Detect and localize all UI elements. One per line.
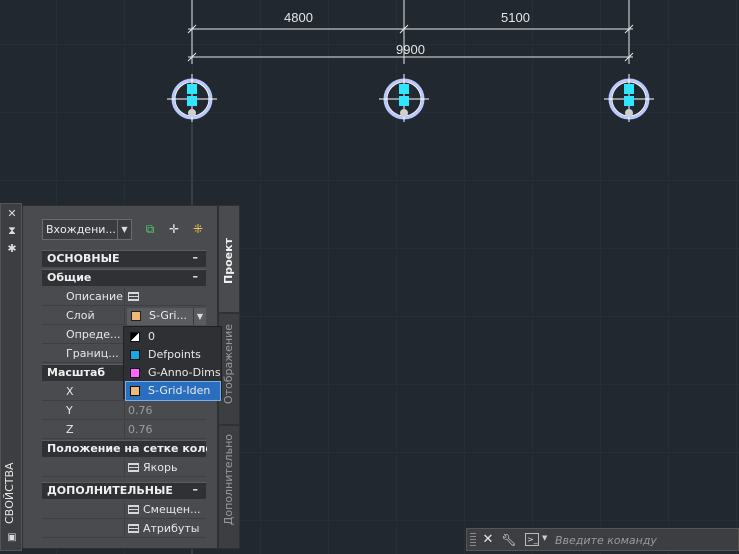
autohide-icon[interactable]: ⧗: [6, 225, 18, 237]
layer-color-swatch: [130, 350, 140, 360]
close-icon[interactable]: ✕: [481, 532, 495, 548]
dimension-5100: 5100: [501, 10, 530, 25]
chevron-down-icon[interactable]: ▼: [193, 308, 206, 325]
collapse-icon[interactable]: –: [193, 483, 199, 496]
tab-additional[interactable]: Дополнительно: [218, 425, 240, 549]
table-icon[interactable]: [128, 524, 139, 533]
section-grid-position[interactable]: Положение на сетке колонн: [42, 440, 207, 457]
prompt-icon[interactable]: >_: [525, 533, 539, 546]
quick-select-icon[interactable]: ⁜: [190, 221, 206, 237]
row-z[interactable]: Z 0.76: [42, 421, 206, 439]
chevron-down-icon: ▼: [117, 220, 131, 239]
section-basic[interactable]: ОСНОВНЫЕ –: [42, 250, 206, 267]
command-input[interactable]: [553, 531, 737, 550]
layer-option-0[interactable]: 0: [126, 328, 220, 346]
table-icon[interactable]: [128, 505, 139, 514]
collapse-icon[interactable]: –: [193, 270, 199, 283]
palette-icon[interactable]: ▣: [6, 532, 18, 544]
section-scale[interactable]: Масштаб: [42, 364, 124, 381]
section-additional[interactable]: ДОПОЛНИТЕЛЬНЫЕ –: [42, 482, 206, 499]
layer-color-swatch: [130, 368, 140, 378]
grip-handle[interactable]: [470, 533, 476, 547]
chevron-down-icon[interactable]: ▼: [542, 534, 547, 542]
row-y[interactable]: Y 0.76: [42, 402, 206, 420]
section-general[interactable]: Общие –: [42, 269, 206, 286]
palette-title: СВОЙСТВА: [3, 462, 16, 524]
row-anchor[interactable]: Якорь: [42, 459, 206, 477]
table-icon[interactable]: [128, 292, 139, 301]
row-attributes[interactable]: Атрибуты: [42, 520, 206, 538]
wrench-icon[interactable]: 🔧︎: [501, 532, 517, 548]
table-icon[interactable]: [128, 463, 139, 472]
layer-select[interactable]: S-Gri...: [127, 308, 193, 325]
layer-option-g-anno-dims[interactable]: G-Anno-Dims: [126, 364, 221, 382]
layer-dropdown-list: 0 Defpoints G-Anno-Dims S-Grid-Iden: [123, 326, 222, 401]
dimension-9900: 9900: [396, 42, 425, 57]
dimension-4800: 4800: [284, 10, 313, 25]
layer-option-defpoints[interactable]: Defpoints: [126, 346, 220, 364]
object-type-value: Вхождени...: [46, 223, 116, 236]
layer-option-s-grid-iden[interactable]: S-Grid-Iden: [125, 381, 221, 401]
collapse-icon[interactable]: –: [193, 251, 199, 264]
command-line: ✕ 🔧︎ >_ ▼: [466, 528, 739, 551]
layer-value: S-Gri...: [149, 309, 187, 322]
layer-color-swatch: [131, 311, 141, 321]
select-objects-icon[interactable]: ⧉: [142, 221, 158, 237]
layer-color-swatch: [130, 386, 140, 396]
close-icon[interactable]: ✕: [6, 208, 18, 220]
layer-color-swatch: [130, 332, 140, 342]
row-description[interactable]: Описание: [42, 288, 206, 306]
tab-project[interactable]: Проект: [218, 205, 240, 313]
object-type-dropdown[interactable]: Вхождени... ▼: [42, 219, 132, 240]
pick-point-icon[interactable]: ✛: [166, 221, 182, 237]
row-offset[interactable]: Смещен...: [42, 501, 206, 519]
gear-icon[interactable]: ✱: [6, 243, 18, 255]
